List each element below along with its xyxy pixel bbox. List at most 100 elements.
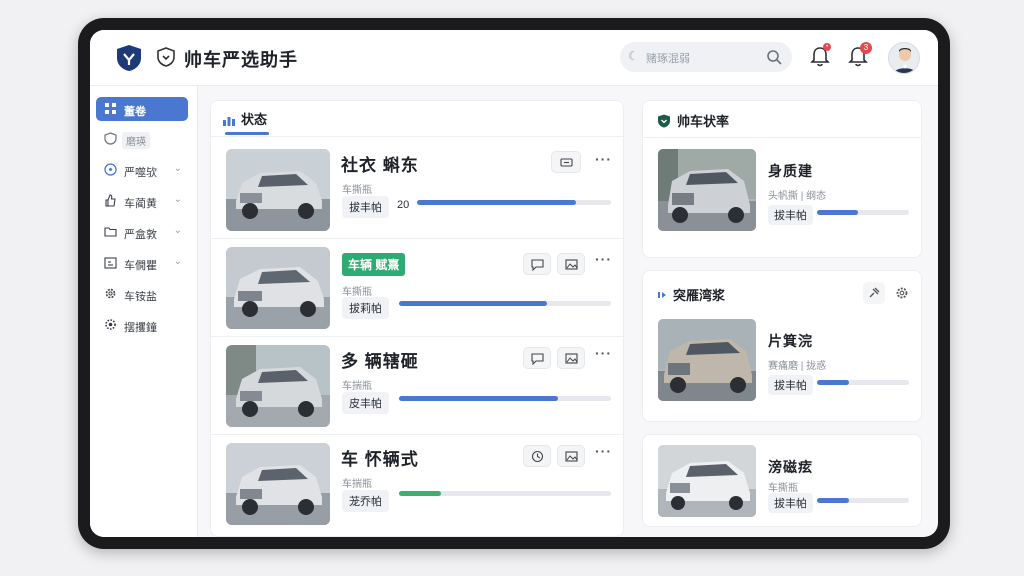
sidebar-item-label: 车蔺黄: [124, 198, 157, 210]
progress-bar: [399, 301, 611, 306]
progress-fill: [417, 200, 577, 205]
card-title: 帅车状率: [657, 111, 729, 130]
list-item[interactable]: 多 辆辖砸 车揣瓶 皮丰帕 ···: [211, 337, 623, 435]
tab-status[interactable]: 状态: [223, 109, 267, 128]
image-icon: [565, 353, 578, 364]
progress-bar: [817, 498, 909, 503]
car-photo: [226, 149, 330, 231]
status-feed-panel: 状态 社衣 蝌东 车撕瓶 拔丰帕 20 ··· 车辆 赋熹 车撕瓶 拔莉帕 ··…: [210, 100, 624, 537]
car-photo: [226, 443, 330, 525]
progress-bar: [399, 396, 611, 401]
car-status-chip: 拔丰帕: [768, 375, 813, 395]
person-icon: [893, 48, 917, 73]
sidebar-item-label: 严噬欤: [124, 167, 157, 179]
sidebar-item-catalog[interactable]: 严盒敦 ⌄: [96, 220, 188, 244]
moon-icon: ☾: [628, 49, 639, 63]
bar-chart-icon: [223, 116, 235, 126]
settings-button[interactable]: [891, 282, 913, 304]
sidebar-item-vehicles[interactable]: 车蔺黄 ⌄: [96, 189, 188, 213]
list-item[interactable]: 车 怀辆式 车揣瓶 茏乔帕 ···: [211, 435, 623, 533]
sidebar-item-label: 严盒敦: [124, 229, 157, 241]
car-subtitle: 车撕瓶: [768, 483, 798, 494]
search-placeholder: 赌琢混弱: [646, 53, 690, 65]
car-subtitle: 车揣瓶: [342, 381, 372, 392]
search-icon[interactable]: [766, 49, 782, 65]
progress-fill: [399, 491, 442, 496]
chevron-down-icon[interactable]: ⌄: [174, 194, 182, 205]
car-name: 社衣 蝌东: [341, 156, 419, 175]
car-subtitle: 车撕瓶: [342, 287, 372, 298]
notification-dot: •: [823, 43, 831, 51]
chevron-down-icon[interactable]: ⌄: [174, 256, 182, 267]
sidebar-item-label: 车僩瞿: [124, 260, 157, 272]
sidebar-item-dashboard[interactable]: 董卷: [96, 97, 188, 121]
shield-icon: [104, 132, 117, 145]
car-status-chip: 茏乔帕: [342, 490, 389, 512]
progress-fill: [817, 380, 850, 385]
list-item[interactable]: 车辆 赋熹 车撕瓶 拔莉帕 ···: [211, 239, 623, 337]
app-title: 帅车严选助手: [184, 50, 298, 70]
recommend-card: 突雁湾浆 片箕浣 赛痛磨 | 拢惑 拔丰帕: [642, 270, 922, 422]
recommend-card-title: 突雁湾浆: [673, 288, 726, 303]
sidebar-item-products[interactable]: 严噬欤 ⌄: [96, 158, 188, 182]
car-name: 多 辆辖砸: [341, 352, 419, 371]
car-status-chip: 拔莉帕: [342, 297, 389, 319]
chevron-down-icon[interactable]: ⌄: [174, 225, 182, 236]
top-header: 帅车严选助手 ☾ 赌琢混弱 • 3: [90, 30, 938, 86]
gallery-button[interactable]: [557, 347, 585, 369]
image-icon: [565, 451, 578, 462]
chat-icon: [531, 353, 544, 365]
sidebar-item-label: 董卷: [124, 106, 146, 118]
gear-icon: [896, 287, 908, 299]
clock-icon: [531, 450, 544, 463]
sidebar-item-label: 磨瑛: [122, 132, 150, 149]
shield-logo-icon: [117, 45, 141, 71]
compare-button[interactable]: [551, 151, 581, 173]
sidebar-item-security[interactable]: 磨瑛: [96, 127, 188, 151]
progress-bar: [399, 491, 611, 496]
tablet-frame: 帅车严选助手 ☾ 赌琢混弱 • 3 董卷 磨瑛 严噬欤 ⌄ 车蔺黄 ⌄ 严盒敦 …: [78, 18, 950, 549]
more-options-icon[interactable]: ···: [595, 443, 612, 459]
chevron-down-icon[interactable]: ⌄: [174, 163, 182, 174]
sidebar-item-preferences[interactable]: 摆攫鐘: [96, 313, 188, 337]
vehicle-card: 滂磁痃 车撕瓶 拔丰帕: [642, 434, 922, 527]
history-button[interactable]: [523, 445, 551, 467]
car-status-chip: 拔丰帕: [768, 493, 813, 513]
list-item[interactable]: 社衣 蝌东 车撕瓶 拔丰帕 20 ···: [211, 141, 623, 239]
chat-icon: [531, 259, 544, 271]
status-card: 帅车状率 身质建 头帆撕 | 纲态 拔丰帕: [642, 100, 922, 258]
gallery-button[interactable]: [557, 445, 585, 467]
cog-icon: [105, 319, 116, 330]
car-name: 车 怀辆式: [341, 450, 419, 469]
sidebar-item-label: 摆攫鐘: [124, 322, 157, 334]
suv-image-icon: [226, 345, 330, 427]
shield-logo-icon: [658, 114, 670, 128]
gallery-button[interactable]: [557, 253, 585, 275]
user-avatar[interactable]: [888, 42, 920, 74]
message-button[interactable]: [523, 253, 551, 275]
card-title: 突雁湾浆: [657, 285, 725, 304]
more-options-icon[interactable]: ···: [595, 151, 612, 167]
tab-status-label: 状态: [241, 112, 268, 127]
more-options-icon[interactable]: ···: [595, 345, 612, 361]
progress-fill: [399, 301, 548, 306]
progress-fill: [817, 210, 859, 215]
car-photo: [226, 345, 330, 427]
pin-button[interactable]: [863, 282, 885, 304]
card-icon: [560, 158, 573, 167]
message-button[interactable]: [523, 347, 551, 369]
car-status-chip: 皮丰帕: [342, 392, 389, 414]
suv-image-icon: [226, 443, 330, 525]
divider: [643, 137, 921, 138]
clock-icon: [104, 163, 117, 176]
thumb-icon: [105, 194, 116, 207]
car-name: 滂磁痃: [768, 459, 813, 475]
car-subtitle: 头帆撕 | 纲态: [768, 191, 827, 202]
car-photo: [658, 149, 756, 231]
sidebar-item-schedule[interactable]: 车僩瞿 ⌄: [96, 251, 188, 275]
search-input[interactable]: ☾ 赌琢混弱: [620, 42, 792, 72]
car-subtitle: 车揣瓶: [342, 479, 372, 490]
sidebar-item-settings[interactable]: 车铵盐: [96, 282, 188, 306]
car-status-tag: 车辆 赋熹: [342, 253, 406, 276]
more-options-icon[interactable]: ···: [595, 251, 612, 267]
